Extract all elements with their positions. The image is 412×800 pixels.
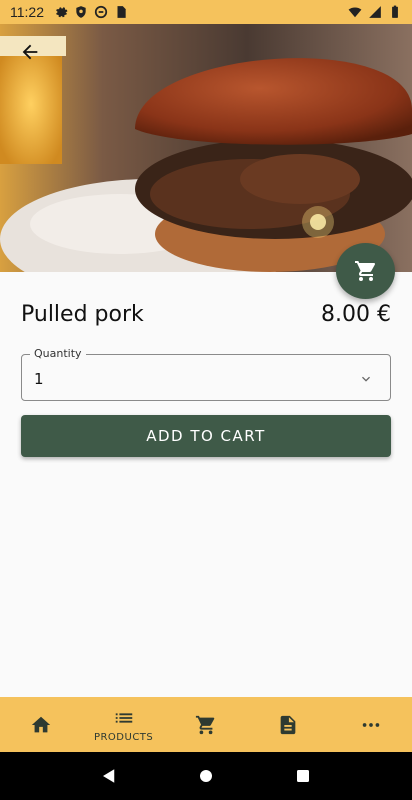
sim-icon bbox=[117, 6, 126, 18]
chevron-down-icon bbox=[362, 376, 370, 382]
cart-icon bbox=[354, 261, 375, 281]
burger-illustration bbox=[0, 24, 412, 272]
nav-label-products: PRODUCTS bbox=[93, 731, 154, 743]
home-icon bbox=[32, 716, 51, 732]
nav-item-orders[interactable] bbox=[247, 697, 329, 752]
nav-item-home[interactable] bbox=[0, 697, 82, 752]
back-triangle-icon bbox=[102, 769, 114, 783]
arrow-back-icon bbox=[22, 44, 38, 60]
system-navigation-bar bbox=[0, 752, 412, 800]
back-button[interactable] bbox=[12, 34, 48, 70]
shield-icon bbox=[76, 6, 86, 18]
quantity-select[interactable]: Quantity 1 bbox=[21, 347, 391, 401]
product-image bbox=[0, 24, 412, 272]
wifi-icon bbox=[348, 7, 362, 18]
nav-item-more[interactable] bbox=[330, 697, 412, 752]
recents-square-icon bbox=[297, 770, 310, 782]
product-name: Pulled pork bbox=[21, 302, 144, 327]
nav-item-products[interactable]: PRODUCTS bbox=[82, 697, 164, 752]
quantity-value: 1 bbox=[34, 370, 44, 388]
signal-icon bbox=[369, 6, 381, 18]
cart-fab-button[interactable] bbox=[336, 243, 395, 299]
system-recents-button[interactable] bbox=[283, 756, 323, 796]
document-icon bbox=[281, 715, 296, 734]
bottom-navigation: PRODUCTS bbox=[0, 697, 412, 752]
gear-icon bbox=[56, 7, 68, 18]
system-back-button[interactable] bbox=[89, 756, 129, 796]
quantity-label: Quantity bbox=[30, 347, 86, 360]
add-to-cart-button[interactable]: ADD TO CART bbox=[21, 415, 391, 457]
cart-icon bbox=[195, 715, 215, 734]
system-home-button[interactable] bbox=[186, 756, 226, 796]
list-icon bbox=[115, 712, 132, 723]
status-time: 11:22 bbox=[10, 4, 44, 20]
status-bar: 11:22 bbox=[0, 0, 412, 24]
battery-icon bbox=[392, 5, 398, 18]
home-circle-icon bbox=[199, 770, 212, 782]
more-icon bbox=[362, 722, 380, 727]
product-price: 8.00 € bbox=[321, 302, 391, 327]
nav-item-cart[interactable] bbox=[165, 697, 247, 752]
sync-icon bbox=[94, 5, 108, 19]
